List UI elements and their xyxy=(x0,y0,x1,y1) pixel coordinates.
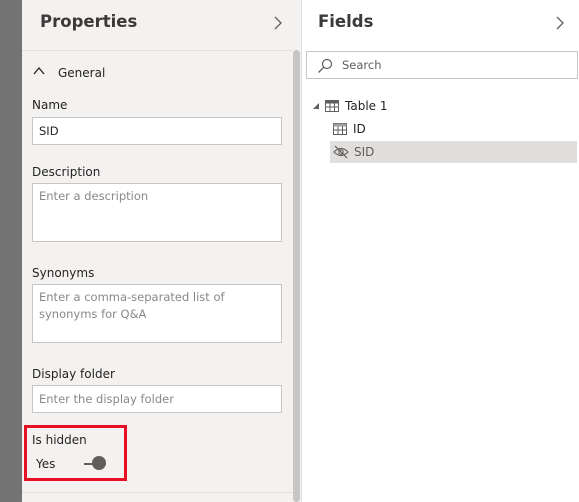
properties-title: Properties xyxy=(40,12,138,31)
name-input[interactable] xyxy=(32,117,282,145)
fields-search-box[interactable] xyxy=(306,51,578,79)
table-column-icon xyxy=(333,123,347,135)
column-name-label: SID xyxy=(354,145,375,159)
collapse-fields-chevron-icon[interactable] xyxy=(553,14,567,32)
search-icon xyxy=(318,58,333,73)
column-name-label: ID xyxy=(353,122,366,136)
table-icon xyxy=(325,100,339,112)
fields-header: Fields xyxy=(302,0,579,50)
toggle-knob xyxy=(92,456,106,470)
is-hidden-label: Is hidden xyxy=(32,433,87,447)
properties-divider xyxy=(22,50,292,51)
fields-search-input[interactable] xyxy=(342,55,567,75)
expand-caret-icon[interactable] xyxy=(312,102,320,110)
general-section-title: General xyxy=(58,66,106,80)
display-folder-label: Display folder xyxy=(32,367,115,381)
is-hidden-value-label: Yes xyxy=(36,457,56,471)
tree-column-row-sid[interactable]: SID xyxy=(330,141,577,163)
section-bottom-divider xyxy=(22,492,292,493)
left-edge-strip xyxy=(0,0,22,502)
collapse-properties-chevron-icon[interactable] xyxy=(271,14,285,32)
description-label: Description xyxy=(32,165,101,179)
scrollbar-thumb[interactable] xyxy=(293,50,300,502)
properties-pane: Properties General Name Description Syno… xyxy=(22,0,301,502)
table-name-label: Table 1 xyxy=(345,99,388,113)
tree-table-row[interactable]: Table 1 xyxy=(302,95,578,117)
fields-title: Fields xyxy=(318,12,374,31)
chevron-up-icon xyxy=(33,66,45,75)
name-label: Name xyxy=(32,98,68,112)
tree-column-row-id[interactable]: ID xyxy=(330,118,577,140)
general-section-header[interactable]: General xyxy=(22,56,292,86)
display-folder-input[interactable] xyxy=(32,385,282,413)
properties-scrollbar[interactable] xyxy=(292,50,301,502)
fields-pane: Fields Table 1 xyxy=(302,0,579,502)
is-hidden-toggle[interactable] xyxy=(84,456,106,472)
synonyms-textarea[interactable] xyxy=(32,284,282,343)
description-textarea[interactable] xyxy=(32,183,282,242)
synonyms-label: Synonyms xyxy=(32,266,95,280)
properties-header: Properties xyxy=(22,0,301,50)
hidden-eye-icon xyxy=(333,145,349,159)
